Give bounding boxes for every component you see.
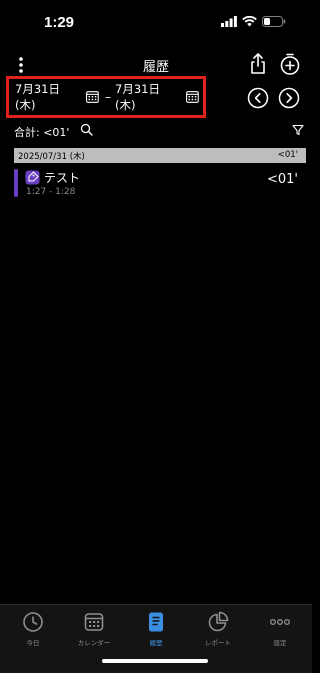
entry-time-range: 1:27 - 1:28 <box>26 187 76 197</box>
battery-icon <box>262 16 286 27</box>
home-indicator <box>102 659 208 663</box>
list-item[interactable]: テスト 1:27 - 1:28 <01' <box>14 168 306 198</box>
day-group-date: 2025/07/31 (木) <box>18 152 85 162</box>
status-icons <box>221 16 286 27</box>
day-group-total: <01' <box>277 150 298 160</box>
tab-settings[interactable]: 設定 <box>249 611 311 651</box>
search-icon[interactable] <box>80 123 93 136</box>
filter-icon[interactable] <box>292 124 304 136</box>
end-date[interactable]: 7月31日 (木) <box>115 81 183 113</box>
signal-icon <box>221 16 237 27</box>
calendar-icon <box>84 613 104 631</box>
more-dots-icon <box>270 618 290 625</box>
tab-label: 設定 <box>273 639 287 647</box>
status-bar: 1:29 <box>0 0 312 44</box>
summary-row: 合計: <01' <box>14 123 304 139</box>
tab-calendar[interactable]: カレンダー <box>63 611 125 651</box>
start-date[interactable]: 7月31日 (木) <box>15 81 83 113</box>
tab-label: レポート <box>205 639 231 647</box>
wifi-icon <box>242 16 257 27</box>
tab-label: カレンダー <box>77 639 111 647</box>
pie-chart-icon <box>208 611 229 632</box>
status-time: 1:29 <box>44 14 75 31</box>
tag-icon <box>25 170 40 185</box>
entry-duration: <01' <box>266 172 298 187</box>
previous-arrow-icon[interactable] <box>247 87 269 109</box>
total-duration: 合計: <01' <box>14 126 70 139</box>
day-group-header: 2025/07/31 (木) <01' <box>14 148 306 163</box>
tab-label: 今日 <box>26 639 40 647</box>
calendar-icon[interactable] <box>186 91 199 103</box>
tab-today[interactable]: 今日 <box>2 611 64 651</box>
share-icon[interactable] <box>248 52 268 76</box>
clock-icon <box>23 612 43 632</box>
date-range-selector[interactable]: 7月31日 (木) – 7月31日 (木) <box>6 76 206 118</box>
entry-color-bar <box>14 169 18 197</box>
next-arrow-icon[interactable] <box>278 87 300 109</box>
tab-report[interactable]: レポート <box>187 611 249 651</box>
document-icon <box>149 612 163 632</box>
tab-label: 履歴 <box>149 639 163 647</box>
entry-name: テスト <box>44 171 81 185</box>
date-separator: – <box>105 90 111 104</box>
calendar-icon[interactable] <box>86 91 99 103</box>
add-timer-icon[interactable] <box>278 52 302 76</box>
tab-history[interactable]: 履歴 <box>125 611 187 651</box>
